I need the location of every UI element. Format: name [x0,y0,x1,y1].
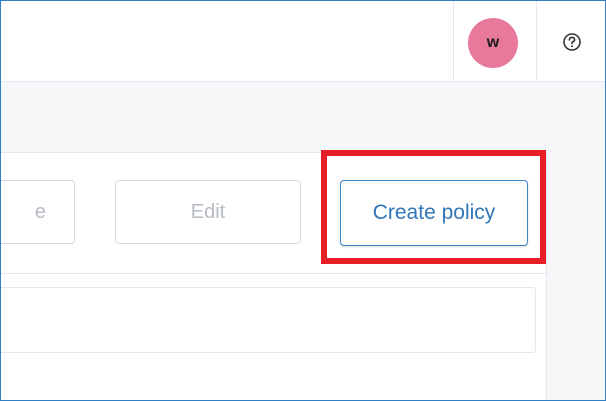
top-bar: w [1,1,605,82]
edit-button[interactable]: Edit [115,180,301,244]
card-divider [1,273,546,274]
main-content: e Edit Create policy [1,82,605,400]
filter-input[interactable] [1,287,536,353]
screenshot-frame: w e Edit Create policy [0,0,606,401]
avatar[interactable]: w [468,18,518,68]
topbar-divider [453,1,454,81]
topbar-divider [536,1,537,81]
question-circle-icon[interactable] [562,32,582,52]
create-policy-button[interactable]: Create policy [340,180,528,246]
truncated-button[interactable]: e [1,180,75,244]
